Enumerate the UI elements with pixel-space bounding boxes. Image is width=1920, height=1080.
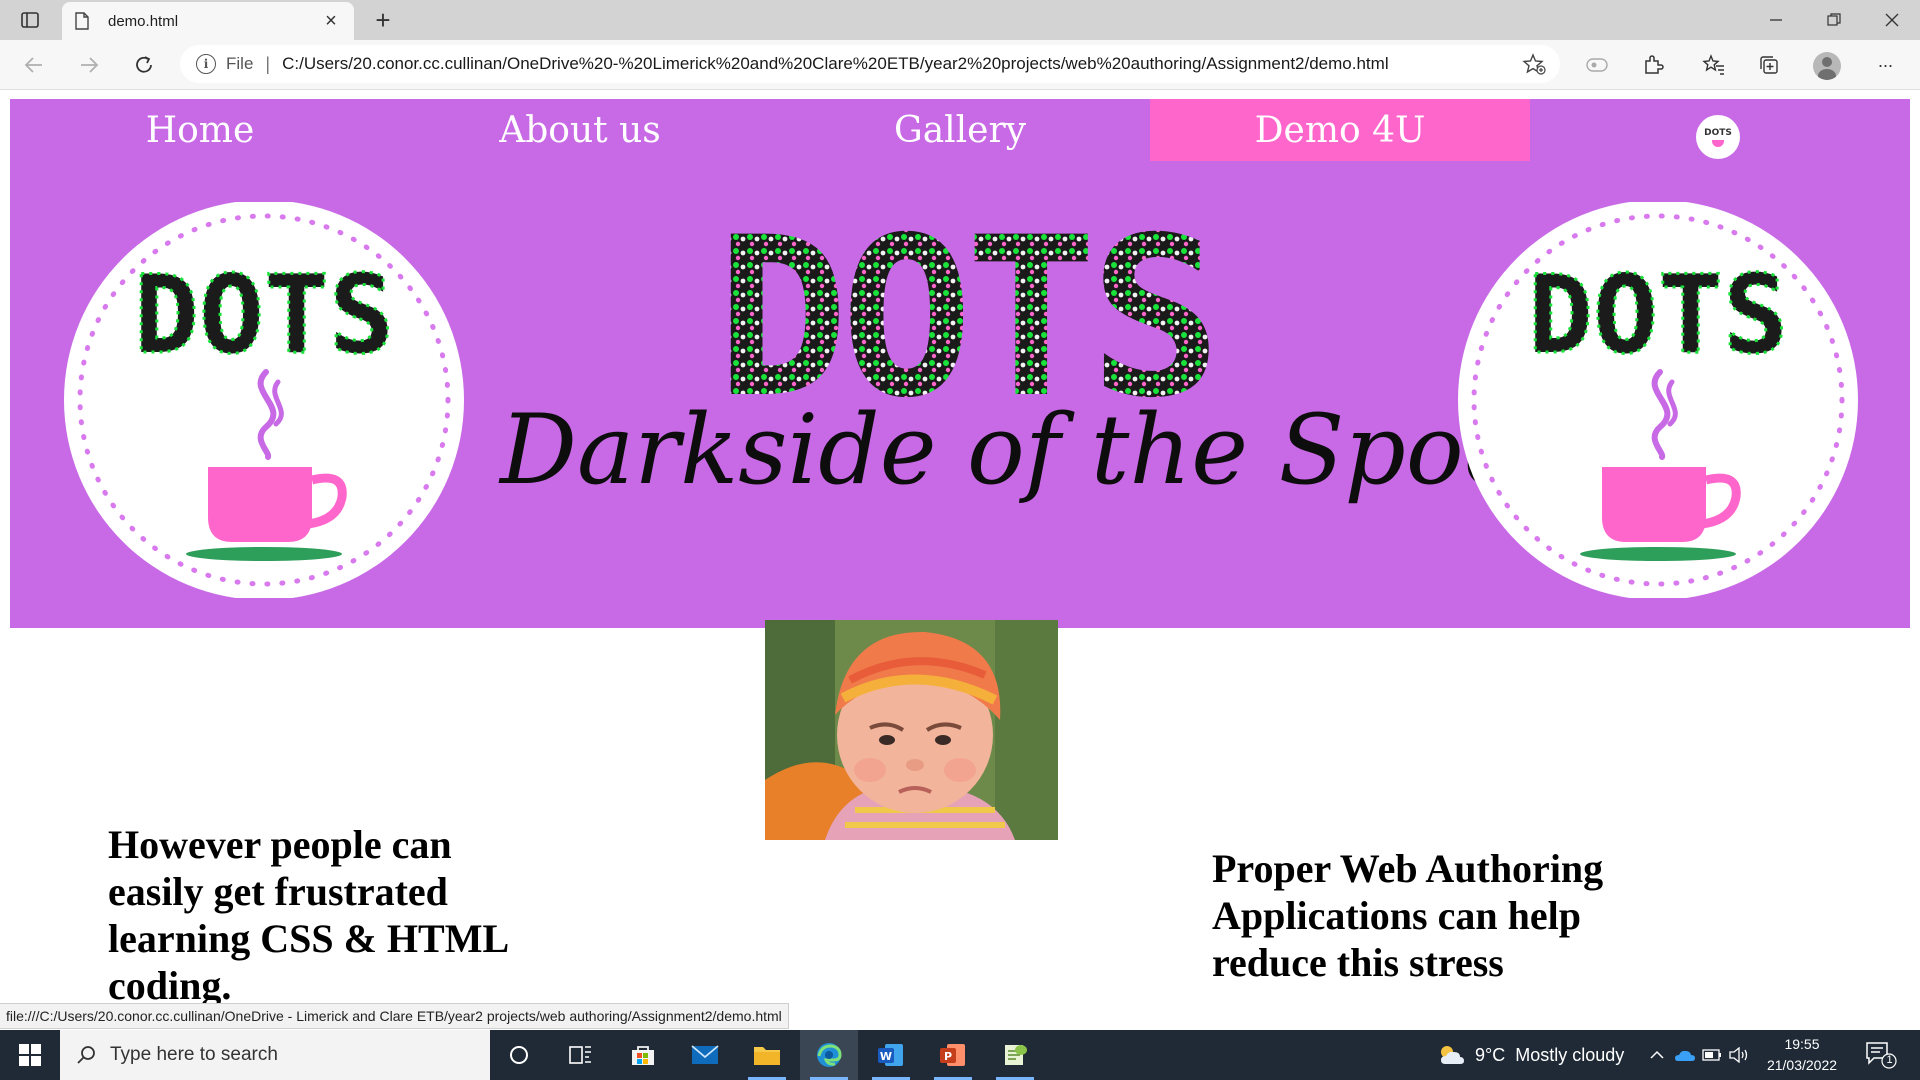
battery-button[interactable]: [1700, 1030, 1724, 1080]
notification-count: 1: [1886, 1054, 1893, 1066]
nav-logo-text: DOTS: [1704, 127, 1732, 138]
badge-dots-text: DOTS: [134, 253, 394, 378]
forward-arrow-icon: [81, 57, 99, 73]
powerpoint-icon: P: [940, 1044, 965, 1066]
search-placeholder: Type here to search: [110, 1044, 278, 1065]
maximize-button[interactable]: [1806, 0, 1862, 40]
windows-logo-icon: [19, 1044, 41, 1066]
edge-button[interactable]: [800, 1030, 858, 1080]
onedrive-button[interactable]: [1672, 1030, 1698, 1080]
browser-tab[interactable]: demo.html ×: [62, 2, 354, 40]
extensions-icon[interactable]: [1636, 49, 1670, 81]
close-icon: [1885, 13, 1899, 27]
nav-home[interactable]: Home: [10, 99, 390, 161]
banner-tagline: Darkside of the Spoon: [500, 394, 1584, 506]
svg-text:W: W: [880, 1050, 892, 1063]
back-arrow-icon: [24, 57, 42, 73]
word-button[interactable]: W: [862, 1030, 920, 1080]
minimize-button[interactable]: [1748, 0, 1804, 40]
windows-taskbar: Type here to search W P 9°C Mostly cloud…: [0, 1030, 1920, 1080]
nav-about-us[interactable]: About us: [390, 99, 770, 161]
profile-icon[interactable]: [1813, 52, 1841, 80]
info-icon[interactable]: i: [196, 54, 216, 74]
back-button[interactable]: [16, 49, 52, 81]
taskbar-search[interactable]: Type here to search: [60, 1030, 490, 1080]
notification-center-button[interactable]: 1: [1864, 1040, 1898, 1070]
weather-temp: 9°C: [1475, 1044, 1506, 1065]
maximize-icon: [1827, 13, 1841, 26]
address-separator: |: [265, 53, 271, 74]
partly-cloudy-icon: [1441, 1046, 1464, 1064]
site-header: Home About us Gallery Demo 4U DOTS DOTS: [10, 99, 1910, 628]
tab-actions-icon[interactable]: [16, 8, 44, 32]
file-explorer-icon: [754, 1047, 780, 1065]
task-view-icon: [569, 1046, 591, 1064]
taskbar-clock[interactable]: 19:55 21/03/2022: [1762, 1034, 1842, 1076]
nav-demo-4u[interactable]: Demo 4U: [1150, 99, 1530, 161]
banner-dots-title: DOTS: [716, 219, 1222, 409]
nav-logo[interactable]: DOTS: [1696, 115, 1740, 159]
banner-dots-text: DOTS: [716, 219, 1214, 409]
tracking-prevention-icon[interactable]: [1580, 49, 1614, 81]
search-icon: [77, 1046, 95, 1064]
left-paragraph: However people can easily get frustrated…: [108, 822, 507, 1008]
microsoft-store-icon: [632, 1046, 654, 1065]
weather-widget[interactable]: 9°C Mostly cloudy: [1437, 1030, 1624, 1080]
tab-title: demo.html: [108, 12, 179, 30]
badge-dots-text: DOTS: [1528, 253, 1788, 378]
star-plus-icon[interactable]: [1522, 53, 1546, 80]
address-url[interactable]: C:/Users/20.conor.cc.cullinan/OneDrive%2…: [282, 54, 1389, 74]
cup-icon: [1712, 139, 1724, 147]
window-close-button[interactable]: [1864, 0, 1920, 40]
clock-date: 21/03/2022: [1766, 1057, 1838, 1073]
clock-time: 19:55: [1784, 1036, 1820, 1052]
site-nav: Home About us Gallery Demo 4U DOTS: [10, 99, 1910, 161]
edge-icon: [817, 1043, 842, 1067]
microsoft-store-button[interactable]: [614, 1030, 672, 1080]
speaker-icon: [1729, 1047, 1748, 1063]
address-bar[interactable]: i File | C:/Users/20.conor.cc.cullinan/O…: [180, 45, 1560, 83]
new-tab-button[interactable]: +: [368, 5, 398, 35]
battery-icon: [1702, 1049, 1721, 1061]
forward-button[interactable]: [71, 49, 107, 81]
notepad-plus-plus-icon: [1005, 1045, 1027, 1065]
frustrated-baby-photo: [765, 620, 1058, 840]
tray-overflow-button[interactable]: [1645, 1030, 1669, 1080]
word-icon: W: [878, 1044, 903, 1066]
minimize-icon: [1770, 19, 1782, 21]
mail-icon: [691, 1045, 719, 1064]
task-view-button[interactable]: [552, 1030, 610, 1080]
weather-description: Mostly cloudy: [1515, 1044, 1625, 1065]
powerpoint-button[interactable]: P: [924, 1030, 982, 1080]
status-url-bubble: file:///C:/Users/20.conor.cc.cullinan/On…: [0, 1003, 789, 1029]
dots-badge-left: DOTS: [64, 202, 464, 598]
address-scheme: File: [226, 54, 254, 73]
right-paragraph: Proper Web Authoring Applications can he…: [1212, 846, 1604, 985]
cortana-button[interactable]: [490, 1030, 548, 1080]
favorites-icon[interactable]: [1697, 49, 1731, 81]
volume-button[interactable]: [1726, 1030, 1752, 1080]
svg-text:P: P: [944, 1050, 952, 1063]
page-icon: [75, 12, 89, 30]
collections-icon[interactable]: [1752, 49, 1786, 81]
mail-button[interactable]: [676, 1030, 734, 1080]
dots-badge-right: DOTS: [1458, 202, 1858, 598]
chevron-up-icon: [1650, 1050, 1664, 1059]
onedrive-icon: [1675, 1050, 1695, 1061]
notepad-plus-plus-button[interactable]: [986, 1030, 1044, 1080]
nav-gallery[interactable]: Gallery: [770, 99, 1150, 161]
more-icon[interactable]: ···: [1868, 49, 1902, 81]
file-explorer-button[interactable]: [738, 1030, 796, 1080]
browser-tab-bar: demo.html × +: [0, 0, 1920, 40]
start-button[interactable]: [0, 1030, 60, 1080]
browser-toolbar: i File | C:/Users/20.conor.cc.cullinan/O…: [0, 40, 1920, 90]
page-viewport: Home About us Gallery Demo 4U DOTS DOTS: [0, 91, 1920, 1030]
tab-close-button[interactable]: ×: [320, 10, 342, 33]
cortana-icon: [510, 1046, 528, 1064]
refresh-icon: [136, 56, 152, 73]
refresh-button[interactable]: [126, 49, 162, 81]
